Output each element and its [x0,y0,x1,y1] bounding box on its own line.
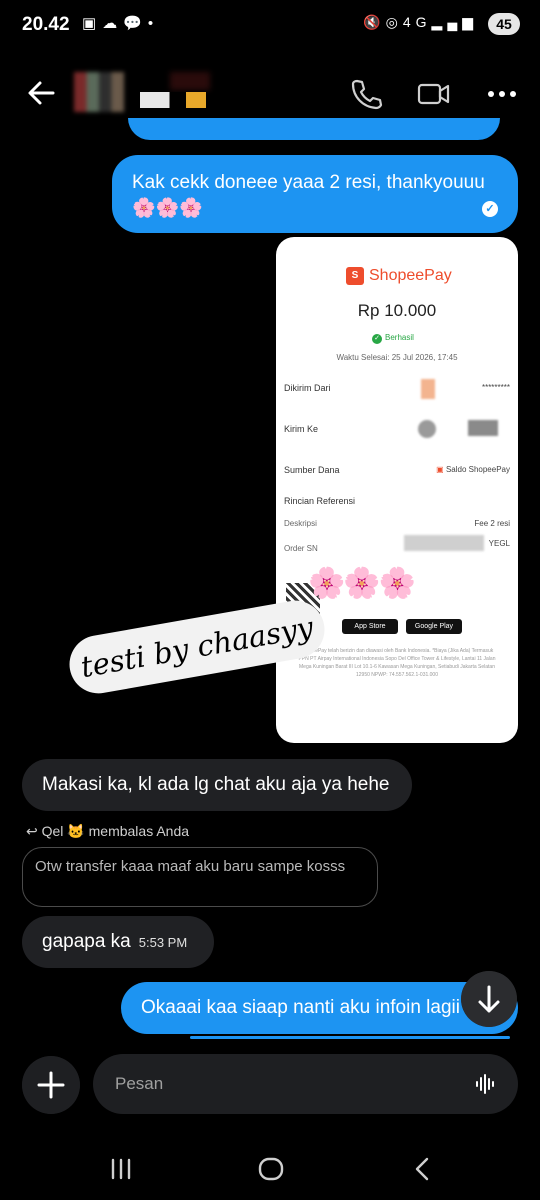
battery-indicator: 45 [488,13,520,35]
receipt-from-label: Dikirim Dari [284,383,331,393]
check-circle-icon: ✓ [372,334,382,344]
next-message-edge [190,1036,510,1039]
receipt-fund-label: Sumber Dana [284,465,340,475]
cloud-icon: ☁ [102,15,124,32]
outgoing-message-3[interactable]: Okaaai kaa siaap nanti aku infoin lagii [121,982,518,1034]
status-left-icons: ▣☁💬• [82,14,159,32]
shopeepay-logo: S ShopeePay [346,267,452,285]
quoted-message[interactable]: Otw transfer kaaa maaf aku baru sampe ko… [22,847,378,907]
receipt-to-avatar [418,420,436,438]
receipt-fund-value: ▣ Saldo ShopeePay [436,465,510,474]
add-attachment-button[interactable] [22,1056,80,1114]
4g-icon: 4G [402,14,432,30]
receipt-order-blur [404,535,484,551]
receipt-to-value-blur [468,420,498,436]
reply-label: ↩ Qel 🐱 membalas Anda [26,823,189,840]
receipt-amount: Rp 10.000 [357,301,437,320]
status-right-icons: 🔇◎4G▂▄▆ [363,14,478,31]
reply-label-text: Qel 🐱 membalas Anda [41,823,190,839]
shopee-bag-icon: S [346,267,364,285]
scroll-down-icon[interactable] [461,971,517,1027]
previous-message-edge [128,118,500,140]
read-check-icon: ✓ [482,201,498,217]
receipt-desc-value: Fee 2 resi [474,519,510,528]
outgoing-message-2[interactable]: Makasi ka, kl ada lg chat aku aja ya heh… [22,759,412,811]
receipt-status: ✓ Berhasil [372,333,414,344]
hotspot-icon: ◎ [385,14,403,30]
receipt-footer: ShopeePay telah berizin dan diawasi oleh… [298,648,496,678]
receipt-ref-label: Rincian Referensi [284,496,356,506]
incoming-message[interactable]: gapapa ka 5:53 PM [22,916,214,968]
more-icon[interactable] [484,76,520,112]
back-icon[interactable] [408,1154,438,1184]
receipt-brand: ShopeePay [369,267,452,284]
receipt-from-value: ********* [481,383,510,392]
message-text: gapapa ka [42,931,131,952]
home-icon[interactable] [256,1154,286,1184]
avatar[interactable] [74,72,124,112]
receipt-image[interactable]: S ShopeePay Rp 10.000 ✓ Berhasil Waktu Se… [276,237,518,743]
message-composer [93,1054,518,1114]
outgoing-message[interactable]: Kak cekk doneee yaaa 2 resi, thankyouuu … [112,155,518,233]
receipt-status-text: Berhasil [385,333,414,342]
reply-arrow-icon: ↩ [26,823,42,839]
google-play-badge: Google Play [406,619,462,634]
screenshot-icon: ▣ [82,15,103,32]
message-text: Kak cekk doneee yaaa 2 resi, thankyouuu [132,172,485,193]
video-icon[interactable] [416,76,452,112]
contact-name-blur [170,72,210,90]
receipt-to-label: Kirim Ke [284,424,319,434]
receipt-time: Waktu Selesai: 25 Jul 2026, 17:45 [336,353,458,362]
signal-icon: ▂▄▆ [431,14,478,30]
receipt-order-value: YEGL [488,539,510,548]
dot-icon: • [147,15,160,32]
message-time: 5:53 PM [138,935,188,950]
message-text: Makasi ka, kl ada lg chat aku aja ya heh… [42,774,390,795]
receipt-fund-text: Saldo ShopeePay [445,465,510,474]
receipt-order-label: Order SN [284,544,318,553]
receipt-from-avatar [421,379,435,399]
chat-header [0,62,540,126]
voice-message-icon[interactable] [474,1072,498,1096]
status-time: 20.42 [22,14,70,35]
receipt-desc-label: Deskripsi [284,519,317,528]
back-arrow-icon[interactable] [26,76,56,110]
status-bar: 20.42 ▣☁💬• 🔇◎4G▂▄▆ 45 [0,0,540,52]
flower-stickers: 🌸🌸🌸 [308,567,416,600]
mute-icon: 🔇 [363,14,386,30]
message-input[interactable] [115,1054,455,1114]
system-nav-bar [0,1140,540,1200]
recents-icon[interactable] [106,1154,136,1184]
shopee-small-icon: ▣ [436,465,446,474]
message-text: Okaaai kaa siaap nanti aku infoin lagii [141,997,460,1018]
app-store-badge: App Store [342,619,398,634]
phone-icon[interactable] [348,76,384,112]
message-emoji: 🌸🌸🌸 [132,198,203,219]
contact-name[interactable] [140,92,206,108]
chat-icon: 💬 [123,15,148,32]
